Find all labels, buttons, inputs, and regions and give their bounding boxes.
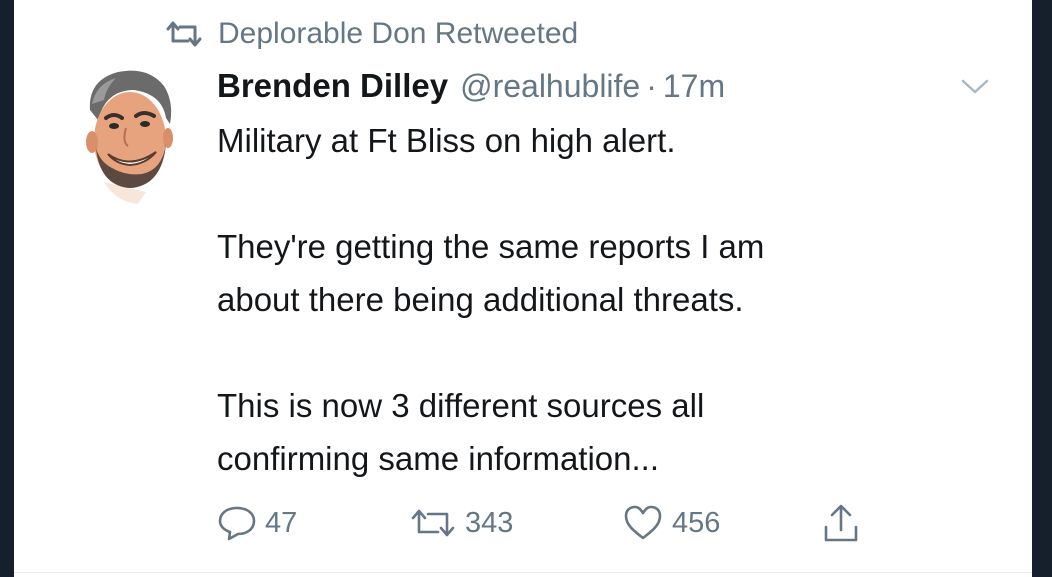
tweet-header: Brenden Dilley @realhublife · 17m <box>217 62 725 110</box>
reply-button[interactable]: 47 <box>217 498 297 548</box>
retweet-icon <box>411 509 455 537</box>
reply-icon <box>218 506 256 541</box>
share-button[interactable] <box>821 498 861 548</box>
heart-icon <box>624 505 662 540</box>
retweet-icon <box>166 21 202 47</box>
author-display-name[interactable]: Brenden Dilley <box>217 67 448 105</box>
chevron-down-icon[interactable] <box>960 78 990 96</box>
like-button[interactable]: 456 <box>622 498 720 548</box>
tweet-line: Military at Ft Bliss on high alert. <box>217 122 676 159</box>
tweet-line: This is now 3 different sources all <box>217 387 705 424</box>
tweet-line: They're getting the same reports I am <box>217 228 765 265</box>
author-handle[interactable]: @realhublife <box>460 68 640 105</box>
retweeted-by-label[interactable]: Deplorable Don Retweeted <box>218 17 578 51</box>
tweet-line: about there being additional threats. <box>217 281 744 318</box>
retweet-context: Deplorable Don Retweeted <box>164 14 578 54</box>
divider <box>14 572 1032 573</box>
tweet-timestamp[interactable]: 17m <box>663 68 725 105</box>
tweet-paragraph: This is now 3 different sources all conf… <box>217 379 977 485</box>
retweet-count: 343 <box>465 506 514 539</box>
tweet-text: Military at Ft Bliss on high alert. They… <box>217 114 977 485</box>
avatar[interactable] <box>76 64 176 206</box>
tweet-paragraph: They're getting the same reports I am ab… <box>217 220 977 326</box>
share-icon <box>824 504 858 542</box>
reply-count: 47 <box>265 506 298 539</box>
tweet-card[interactable]: Deplorable Don Retweeted Brenden Dilley … <box>14 0 1032 577</box>
retweet-button[interactable]: 343 <box>409 498 513 548</box>
tweet-line: confirming same information... <box>217 440 660 477</box>
like-count: 456 <box>672 506 721 539</box>
separator-dot: · <box>646 67 657 104</box>
tweet-paragraph: Military at Ft Bliss on high alert. <box>217 114 977 167</box>
